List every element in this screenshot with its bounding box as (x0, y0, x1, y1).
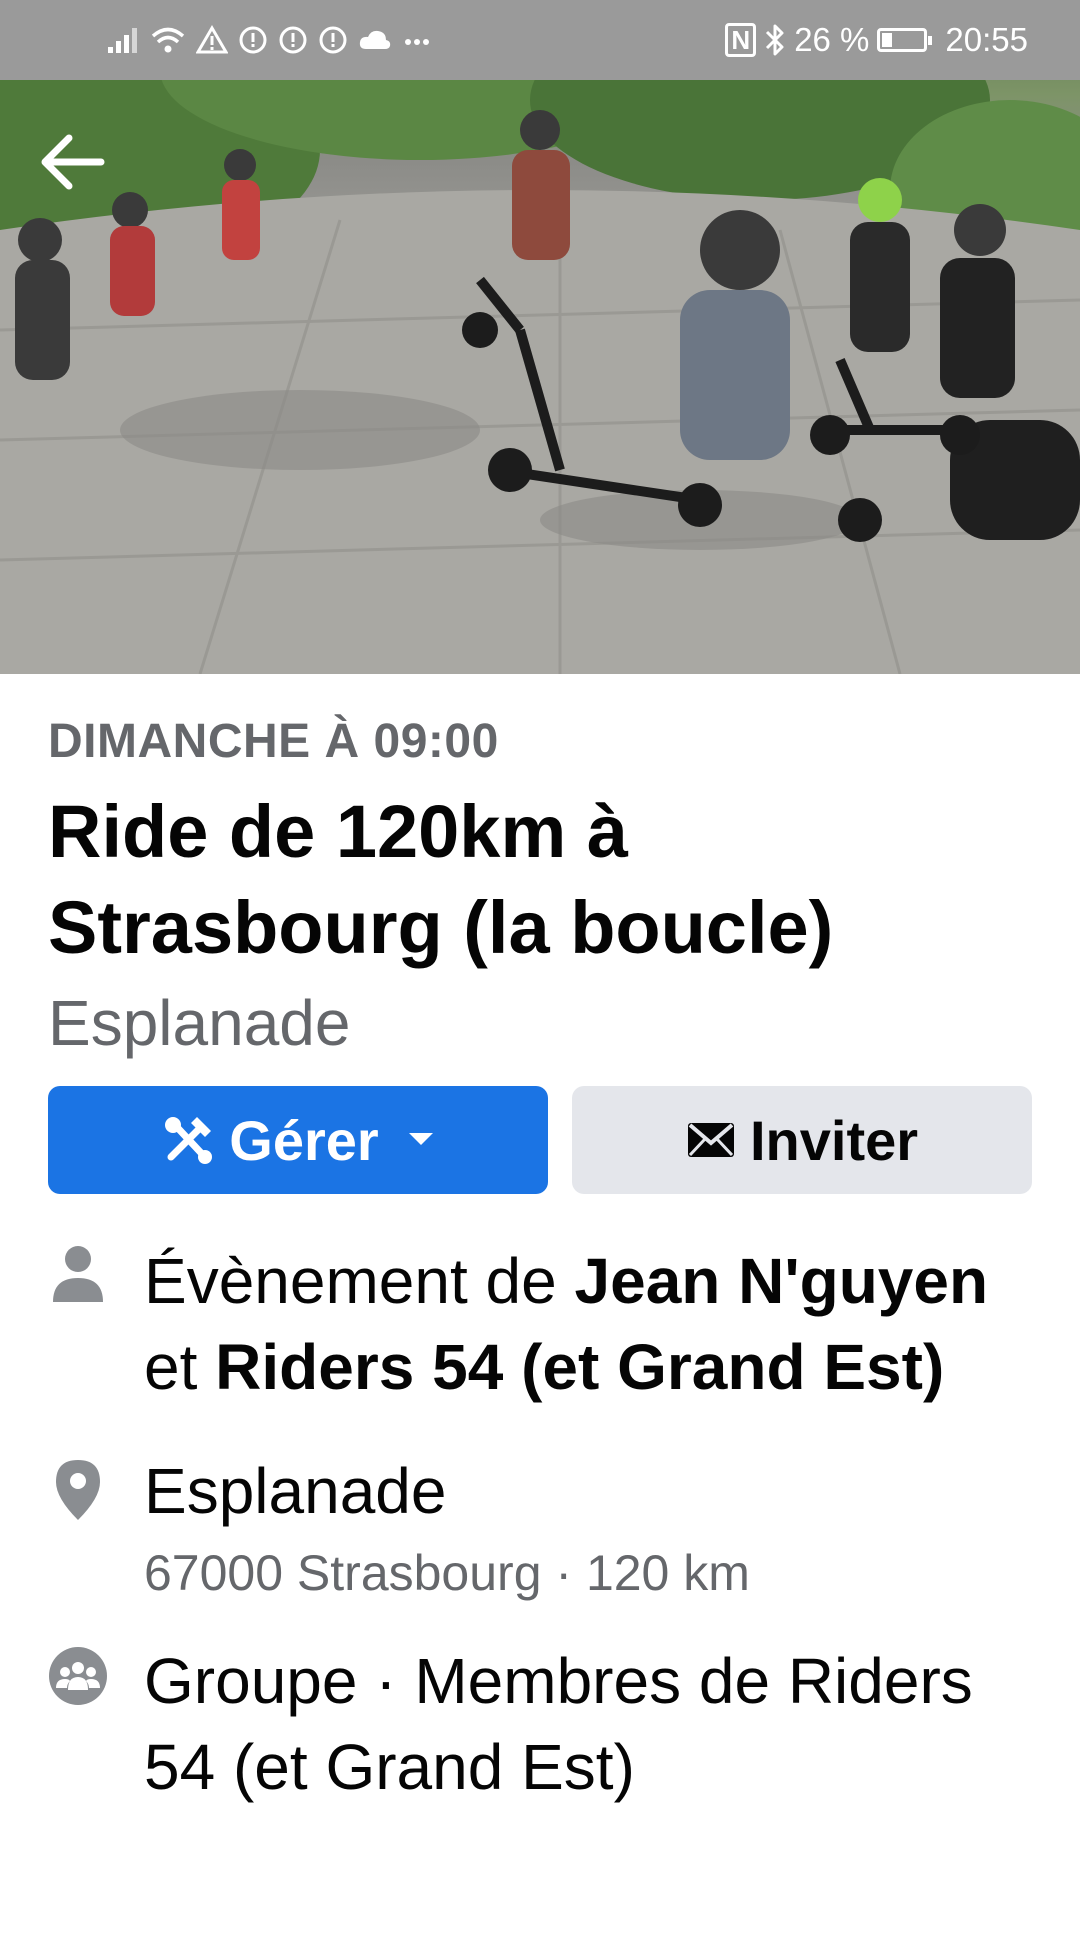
nfc-icon: N (725, 23, 757, 57)
place-name: Esplanade (144, 1455, 447, 1527)
battery-level (882, 33, 893, 47)
more-icon (405, 39, 429, 45)
bluetooth-icon (766, 24, 784, 56)
manage-button[interactable]: Gérer (48, 1086, 548, 1194)
action-buttons: Gérer Inviter (48, 1086, 1032, 1194)
event-date: DIMANCHE À 09:00 (48, 715, 499, 768)
group-row[interactable]: Groupe · Membres de Riders 54 (et Grand … (48, 1638, 1032, 1810)
signal-icon (108, 28, 137, 53)
cover-photo-illustration (0, 0, 1080, 674)
battery-percent: 26 % (794, 21, 870, 58)
status-bar: N 26 % 20:55 (0, 0, 1080, 80)
place-address: 67000 Strasbourg · 120 km (144, 1545, 750, 1601)
invite-button[interactable]: Inviter (572, 1086, 1032, 1194)
arrow-left-icon (41, 134, 105, 190)
group-text: Groupe · Membres de Riders 54 (et Grand … (144, 1645, 973, 1803)
event-location-short[interactable]: Esplanade (48, 980, 1032, 1066)
event-details: DIMANCHE À 09:00 Ride de 120km à Strasbo… (0, 674, 1080, 1810)
host-name-1[interactable]: Jean N'guyen (575, 1245, 989, 1317)
alert-icon (279, 26, 307, 54)
host-name-2[interactable]: Riders 54 (et Grand Est) (215, 1331, 944, 1403)
back-button[interactable] (30, 120, 114, 204)
envelope-icon (687, 1123, 734, 1157)
alert-icon (319, 26, 347, 54)
event-title: Ride de 120km à Strasbourg (la boucle) (48, 790, 834, 969)
clock: 20:55 (945, 21, 1028, 58)
alert-icon (239, 26, 267, 54)
status-bar-notifications (106, 22, 432, 58)
person-icon (53, 1246, 103, 1302)
warning-icon (196, 25, 228, 54)
invite-button-label: Inviter (749, 1108, 919, 1172)
host-prefix: Évènement de (144, 1245, 575, 1317)
caret-down-icon (408, 1133, 433, 1145)
tools-icon (165, 1117, 213, 1164)
wifi-icon (151, 27, 185, 53)
location-row[interactable]: Esplanade 67000 Strasbourg · 120 km (48, 1448, 1032, 1608)
map-pin-icon (56, 1460, 100, 1520)
host-text: Évènement de Jean N'guyen et Riders 54 (… (144, 1238, 1004, 1410)
manage-button-label: Gérer (229, 1108, 379, 1172)
cloud-icon (359, 30, 391, 49)
status-bar-system: N 26 % 20:55 (725, 20, 1028, 60)
event-cover-photo[interactable] (0, 0, 1080, 674)
host-row: Évènement de Jean N'guyen et Riders 54 (… (48, 1238, 1032, 1410)
host-joiner: et (144, 1331, 216, 1403)
group-icon (49, 1647, 107, 1705)
battery-icon (877, 28, 933, 52)
